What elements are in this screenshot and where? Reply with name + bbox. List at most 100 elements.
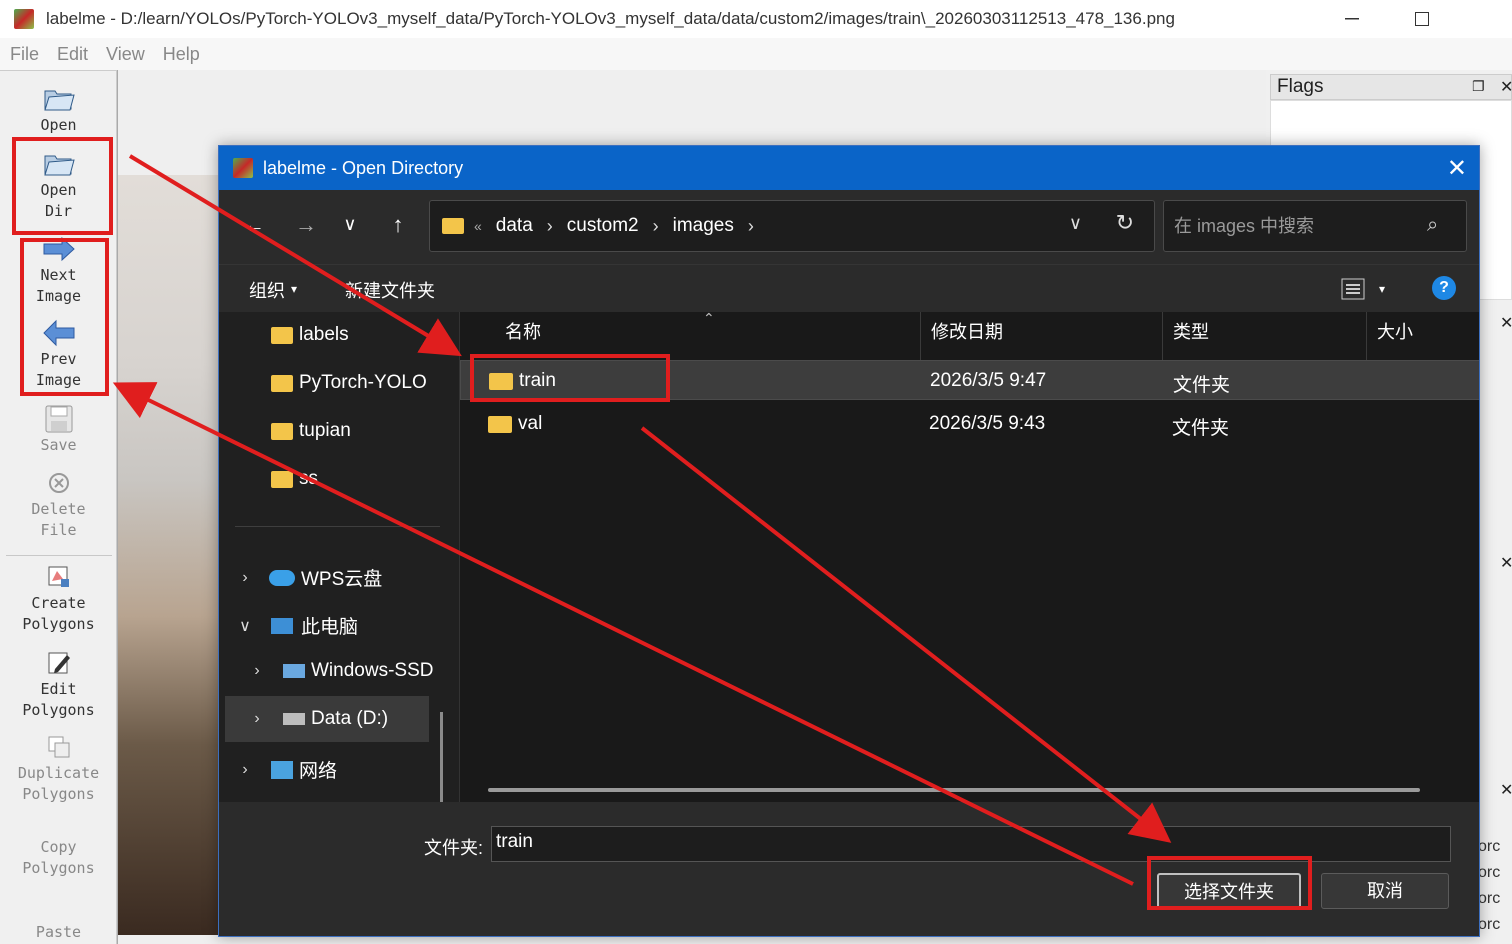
- nav-item-tupian[interactable]: tupian: [271, 420, 351, 442]
- folder-icon: [271, 374, 293, 392]
- expand-chevron-icon[interactable]: ›: [233, 761, 257, 779]
- annotation-box-next-prev: [20, 238, 109, 396]
- column-header-size[interactable]: 大小: [1367, 312, 1479, 360]
- column-header-type[interactable]: 类型: [1163, 312, 1367, 360]
- drive-icon: [283, 713, 305, 725]
- delete-file-button[interactable]: Delete File: [0, 469, 117, 541]
- drive-icon: [283, 664, 305, 678]
- copy-polygons-label-1: Copy: [40, 838, 77, 856]
- create-polygons-label-2: Polygons: [22, 615, 95, 633]
- labelme-app-icon: [233, 158, 253, 178]
- create-polygons-button[interactable]: Create Polygons: [0, 563, 117, 635]
- create-polygons-label-1: Create: [31, 594, 86, 612]
- expand-chevron-icon[interactable]: ›: [245, 662, 269, 680]
- search-icon[interactable]: ⌕: [1427, 214, 1438, 237]
- back-arrow-icon[interactable]: ←: [239, 212, 269, 238]
- horizontal-scrollbar[interactable]: [488, 788, 1420, 792]
- dialog-close-icon[interactable]: ✕: [1447, 154, 1467, 183]
- search-input[interactable]: 在 images 中搜索: [1163, 200, 1467, 252]
- create-polygon-icon: [42, 563, 76, 591]
- window-title: labelme - D:/learn/YOLOs/PyTorch-YOLOv3_…: [46, 9, 1175, 28]
- duplicate-polygons-button[interactable]: Duplicate Polygons: [0, 733, 117, 805]
- collapse-chevron-icon[interactable]: ∨: [233, 616, 257, 636]
- nav-item-wps[interactable]: › WPS云盘: [233, 564, 382, 591]
- annotation-box-train-row: [470, 354, 670, 402]
- column-header-date[interactable]: 修改日期: [921, 312, 1163, 360]
- dock-close-icon-4[interactable]: ✕: [1500, 780, 1512, 800]
- nav-item-windows-ssd[interactable]: › Windows-SSD: [245, 660, 433, 682]
- file-list-item[interactable]: orc: [1478, 864, 1500, 882]
- navigation-bar: ← → ∨ ↑ « data › custom2 › images › ∨ ↻ …: [219, 190, 1479, 264]
- folder-icon: [271, 326, 293, 344]
- menu-file[interactable]: File: [10, 44, 39, 65]
- loaded-image: [118, 175, 218, 935]
- view-options-icon[interactable]: [1341, 278, 1365, 305]
- open-button[interactable]: Open: [0, 85, 117, 136]
- breadcrumb-overflow[interactable]: «: [474, 218, 482, 234]
- nav-item-this-pc[interactable]: ∨ 此电脑: [233, 612, 358, 639]
- dock-float-icon[interactable]: ❐: [1472, 78, 1485, 95]
- view-dropdown-icon[interactable]: ▾: [1379, 282, 1385, 296]
- nav-item-label: tupian: [299, 420, 351, 441]
- breadcrumb-chevron-icon[interactable]: ›: [748, 216, 754, 237]
- recent-locations-chevron-icon[interactable]: ∨: [335, 214, 365, 235]
- organize-dropdown-icon[interactable]: ▾: [291, 282, 297, 296]
- network-icon: [271, 760, 293, 779]
- breadcrumb-data[interactable]: data: [496, 215, 533, 237]
- address-bar[interactable]: « data › custom2 › images › ∨ ↻: [429, 200, 1155, 252]
- folder-icon: [271, 470, 293, 488]
- file-type: 文件夹: [1172, 418, 1230, 439]
- folder-icon: [488, 416, 512, 433]
- maximize-button[interactable]: [1394, 0, 1450, 38]
- file-name: val: [518, 413, 543, 434]
- breadcrumb-chevron-icon[interactable]: ›: [653, 216, 659, 237]
- up-arrow-icon[interactable]: ↑: [383, 212, 413, 238]
- file-list-item[interactable]: orc: [1478, 890, 1500, 908]
- organize-button[interactable]: 组织: [249, 277, 285, 303]
- nav-item-network[interactable]: › 网络: [233, 756, 337, 783]
- navigation-pane: labels PyTorch-YOLO tupian ss › WPS云盘 ∨ 此电…: [219, 312, 457, 922]
- paste-button[interactable]: Paste: [0, 922, 117, 943]
- dock-close-icon-3[interactable]: ✕: [1500, 553, 1512, 573]
- refresh-icon[interactable]: ↻: [1116, 210, 1134, 236]
- file-list-item[interactable]: orc: [1478, 916, 1500, 934]
- folder-label: 文件夹:: [424, 838, 484, 858]
- nav-separator: [235, 526, 440, 527]
- minimize-button[interactable]: [1324, 0, 1380, 38]
- help-icon[interactable]: ?: [1432, 276, 1456, 300]
- edit-polygons-label-2: Polygons: [22, 701, 95, 719]
- expand-chevron-icon[interactable]: ›: [245, 710, 269, 728]
- breadcrumb-chevron-icon[interactable]: ›: [547, 216, 553, 237]
- folder-icon: [271, 422, 293, 440]
- menu-help[interactable]: Help: [163, 44, 200, 65]
- nav-item-pytorch[interactable]: PyTorch-YOLO: [271, 372, 427, 394]
- dock-close-icon[interactable]: ✕: [1500, 77, 1512, 97]
- copy-polygons-button[interactable]: Copy Polygons: [0, 837, 117, 879]
- file-row[interactable]: val 2026/3/5 9:43 文件夹: [460, 404, 1479, 444]
- edit-pencil-icon: [42, 649, 76, 677]
- nav-item-labels[interactable]: labels: [271, 324, 349, 346]
- new-folder-button[interactable]: 新建文件夹: [345, 277, 435, 303]
- forward-arrow-icon[interactable]: →: [291, 212, 321, 238]
- minimize-icon: [1345, 18, 1359, 20]
- nav-item-data-d[interactable]: › Data (D:): [245, 708, 388, 730]
- duplicate-polygons-label-2: Polygons: [22, 785, 95, 803]
- dock-close-icon-2[interactable]: ✕: [1500, 313, 1512, 333]
- menu-view[interactable]: View: [106, 44, 145, 65]
- computer-icon: [271, 617, 293, 634]
- edit-polygons-button[interactable]: Edit Polygons: [0, 649, 117, 721]
- sort-ascending-icon: ⌃: [703, 310, 715, 326]
- file-date: 2026/3/5 9:47: [930, 370, 1047, 391]
- breadcrumb-images[interactable]: images: [673, 215, 734, 237]
- nav-item-ss[interactable]: ss: [271, 468, 318, 490]
- address-dropdown-chevron-icon[interactable]: ∨: [1069, 213, 1082, 234]
- file-list-item[interactable]: orc: [1478, 838, 1500, 856]
- expand-chevron-icon[interactable]: ›: [233, 569, 257, 587]
- breadcrumb-custom2[interactable]: custom2: [567, 215, 639, 237]
- save-button[interactable]: Save: [0, 405, 117, 456]
- open-directory-dialog: labelme - Open Directory ✕ ← → ∨ ↑ « dat…: [218, 145, 1480, 937]
- cloud-icon: [269, 569, 295, 586]
- menu-edit[interactable]: Edit: [57, 44, 88, 65]
- copy-polygons-label-2: Polygons: [22, 859, 95, 877]
- cancel-button[interactable]: 取消: [1321, 873, 1449, 909]
